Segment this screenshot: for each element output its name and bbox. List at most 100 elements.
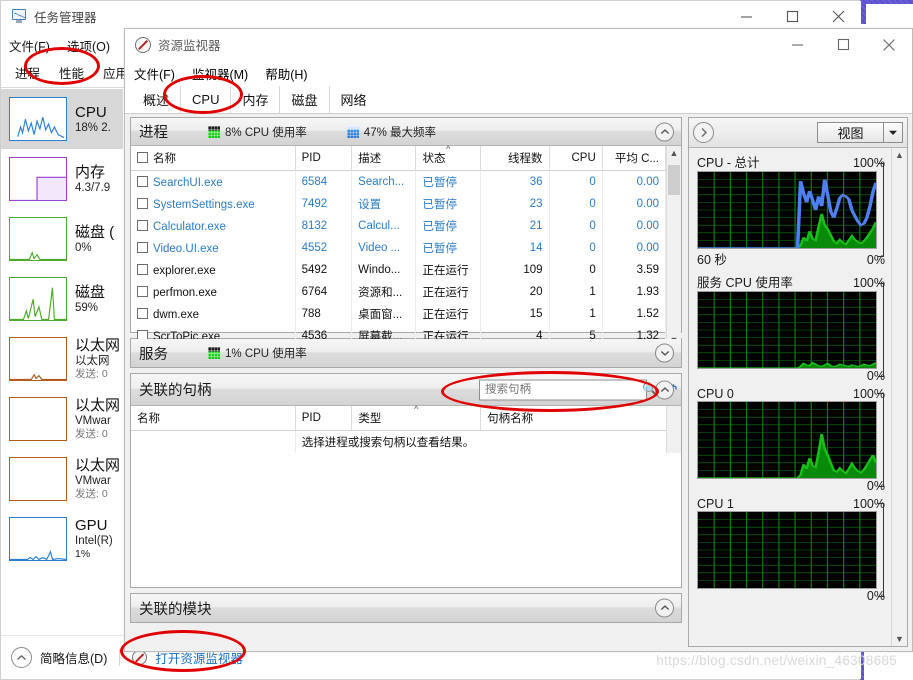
col-handle-type[interactable]: ^ 类型 (351, 405, 482, 431)
col-threads[interactable]: 线程数 (480, 146, 550, 171)
cell-description: Calcul... (351, 215, 417, 237)
table-row[interactable]: Video.UI.exe 4552 Video ... 已暂停 14 0 0.00 (131, 237, 667, 259)
graphs-scrollbar[interactable]: ▲ ▼ (891, 148, 907, 646)
table-row[interactable]: perfmon.exe 6764 资源和... 正在运行 20 1 1.93 (131, 281, 667, 303)
row-checkbox[interactable] (137, 263, 148, 275)
scroll-down-arrow-icon[interactable]: ▼ (895, 634, 904, 644)
graph-footer: 60 秒 0% (697, 249, 885, 268)
tab-network[interactable]: 网络 (330, 86, 378, 113)
resource-monitor-tabs: 概述 CPU 内存 磁盘 网络 (125, 86, 912, 113)
processes-panel-header[interactable]: 进程 8% CPU 使用率 47% 最大频率 (131, 118, 681, 146)
collapse-chevron-up-icon[interactable] (655, 122, 674, 141)
processes-scrollbar[interactable]: ▲ ▼ (666, 146, 681, 347)
collapse-chevron-up-icon[interactable] (655, 380, 674, 399)
modules-panel: 关联的模块 (130, 593, 682, 623)
graph-labels: 服务 CPU 使用率 100% (697, 272, 885, 291)
col-status[interactable]: ^ 状态 (415, 144, 481, 171)
chevron-up-icon[interactable] (11, 647, 32, 668)
sidebar-item-disk-0[interactable]: 磁盘 ( 0% (1, 209, 123, 269)
row-checkbox[interactable] (137, 285, 148, 297)
handles-panel-title: 关联的句柄 (139, 383, 212, 399)
view-dropdown[interactable]: 视图 (817, 122, 903, 143)
sidebar-item-memory[interactable]: 内存 4.3/7.9 (1, 149, 123, 209)
scroll-up-arrow-icon[interactable]: ▲ (895, 150, 904, 160)
sidebar-item-label: 以太网 (75, 457, 121, 474)
handles-table-wrap: 名称 PID ^ 类型 句柄名称 选择进程或搜索句柄以查看结果。 (131, 405, 681, 453)
maximize-button[interactable] (820, 29, 866, 60)
ethernet1-thumbnail-graph (9, 397, 67, 441)
handles-table-body: 选择进程或搜索句柄以查看结果。 (131, 430, 666, 453)
menu-file[interactable]: 文件(F) (9, 36, 50, 55)
col-handle-name[interactable]: 名称 (131, 406, 296, 431)
collapse-chevron-up-icon[interactable] (655, 598, 674, 618)
handles-search-box[interactable]: 🔍 (479, 379, 677, 400)
scrollbar-thumb[interactable] (668, 165, 680, 195)
sidebar-item-disk-1[interactable]: 磁盘 59% (1, 269, 123, 329)
menu-file[interactable]: 文件(F) (134, 64, 175, 83)
scroll-up-arrow-icon[interactable]: ▲ (670, 148, 679, 158)
processes-panel-title: 进程 (139, 125, 168, 141)
graph-body (697, 503, 885, 597)
table-row[interactable]: dwm.exe 788 桌面窗... 正在运行 15 1 1.52 (131, 303, 667, 325)
col-description[interactable]: 描述 (351, 146, 417, 171)
table-row[interactable]: SystemSettings.exe 7492 设置 已暂停 23 0 0.00 (131, 193, 667, 215)
sidebar-item-ethernet-1[interactable]: 以太网 VMwar 发送: 0 (1, 389, 123, 449)
table-row[interactable]: explorer.exe 5492 Windo... 正在运行 109 0 3.59 (131, 259, 667, 281)
col-handle-handlename[interactable]: 句柄名称 (480, 406, 666, 431)
chevron-down-icon[interactable] (883, 123, 902, 142)
cell-threads: 15 (480, 303, 550, 325)
resource-monitor-title: 资源监视器 (158, 39, 221, 53)
processes-table: 名称 PID 描述 ^ 状态 线程数 CPU 平均 C... SearchUI.e… (131, 144, 667, 347)
brief-info-label[interactable]: 简略信息(D) (40, 648, 107, 667)
tab-cpu[interactable]: CPU (181, 86, 232, 113)
chevron-right-icon[interactable] (693, 122, 714, 143)
graph-xlabel: 60 秒 (697, 253, 727, 267)
cell-average-cpu: 0.00 (602, 215, 667, 237)
search-input[interactable] (485, 383, 639, 396)
sidebar-item-gpu[interactable]: GPU Intel(R) 1% (1, 509, 123, 569)
row-checkbox[interactable] (137, 219, 148, 231)
cell-pid: 788 (295, 303, 353, 325)
col-name[interactable]: 名称 (131, 146, 296, 171)
graph-labels: CPU 0 100% (697, 387, 885, 401)
tab-performance[interactable]: 性能 (51, 60, 92, 87)
sidebar-item-send: 发送: 0 (75, 488, 108, 500)
sidebar-item-ethernet-2[interactable]: 以太网 VMwar 发送: 0 (1, 449, 123, 509)
tab-processes[interactable]: 进程 (7, 60, 48, 87)
row-checkbox[interactable] (137, 241, 148, 253)
services-panel-header[interactable]: 服务 1% CPU 使用率 (131, 339, 681, 367)
sidebar-item-ethernet-0[interactable]: 以太网 以太网 发送: 0 (1, 329, 123, 389)
menu-monitor[interactable]: 监视器(M) (192, 64, 248, 83)
row-checkbox[interactable] (137, 307, 148, 319)
menu-options[interactable]: 选项(O) (67, 36, 110, 55)
expand-chevron-down-icon[interactable] (655, 343, 674, 363)
sort-ascending-icon: ^ (446, 144, 451, 154)
col-handle-pid[interactable]: PID (295, 406, 353, 431)
tab-disk[interactable]: 磁盘 (280, 86, 330, 113)
close-button[interactable] (866, 29, 912, 60)
graph-title: CPU - 总计 (697, 156, 760, 170)
handles-panel-header[interactable]: 关联的句柄 🔍 (131, 374, 681, 406)
col-average-cpu[interactable]: 平均 C... (602, 146, 667, 171)
col-pid[interactable]: PID (295, 146, 353, 171)
menu-help[interactable]: 帮助(H) (265, 64, 307, 83)
resource-monitor-menubar: 文件(F) 监视器(M) 帮助(H) (125, 60, 912, 86)
empty-cell (131, 430, 296, 453)
table-row[interactable]: Calculator.exe 8132 Calcul... 已暂停 21 0 0.00 (131, 215, 667, 237)
graph-canvas (697, 511, 877, 589)
performance-sidebar[interactable]: CPU 18% 2. 内存 4.3/7.9 磁盘 (0% 磁盘 59% 以太网… (1, 89, 123, 635)
tab-memory[interactable]: 内存 (231, 86, 281, 113)
tab-overview[interactable]: 概述 (132, 86, 182, 113)
minimize-button[interactable] (774, 29, 820, 60)
select-all-checkbox[interactable] (137, 152, 148, 163)
sidebar-item-adapter: 以太网 (75, 355, 110, 367)
graph-footer: 0% (697, 589, 885, 603)
handles-scrollbar[interactable] (666, 406, 681, 453)
sidebar-item-cpu[interactable]: CPU 18% 2. (1, 89, 123, 149)
graph-canvas (697, 401, 877, 479)
col-cpu[interactable]: CPU (549, 146, 603, 171)
modules-panel-header[interactable]: 关联的模块 (131, 594, 681, 622)
row-checkbox[interactable] (137, 175, 148, 187)
row-checkbox[interactable] (137, 197, 148, 209)
table-row[interactable]: SearchUI.exe 6584 Search... 已暂停 36 0 0.00 (131, 170, 667, 193)
